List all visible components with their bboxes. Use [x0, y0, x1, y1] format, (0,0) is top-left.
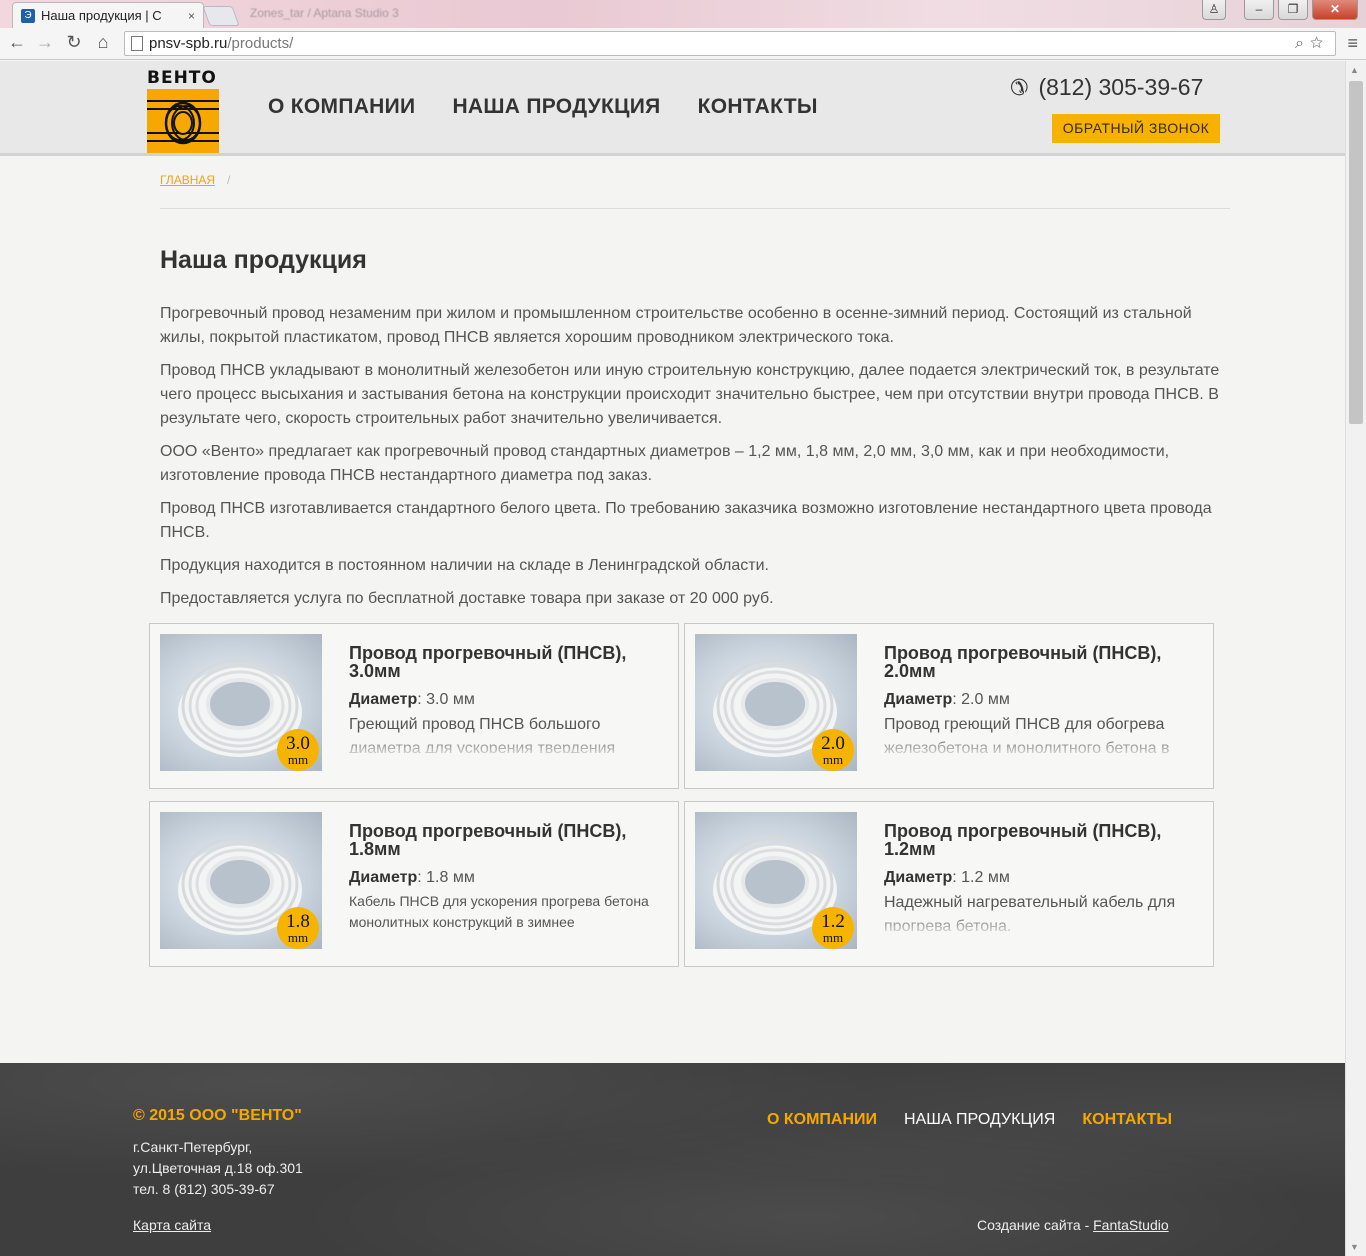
- background-window-title: Zones_tar / Aptana Studio 3: [250, 6, 399, 20]
- bookmark-star-icon[interactable]: ☆: [1310, 35, 1329, 52]
- intro-paragraph: ООО «Венто» предлагает как прогревочный …: [160, 443, 1170, 484]
- footer-address: г.Санкт-Петербург, ул.Цветочная д.18 оф.…: [133, 1137, 303, 1200]
- intro-text: Прогревочный провод незаменим при жилом …: [160, 302, 1230, 620]
- product-card[interactable]: 2.0 mm Провод прогревочный (ПНСВ), 2.0мм …: [684, 623, 1214, 789]
- zoom-icon[interactable]: ⌕: [1295, 35, 1310, 52]
- site-footer: © 2015 ООО "ВЕНТО" г.Санкт-Петербург, ул…: [0, 1063, 1345, 1256]
- page-title: Наша продукция: [160, 246, 367, 274]
- diameter-badge: 2.0 mm: [812, 729, 854, 771]
- made-by: Создание сайта - FantaStudio: [977, 1217, 1169, 1233]
- phone-number[interactable]: (812) 305-39-67: [1038, 74, 1203, 101]
- address-line: ул.Цветочная д.18 оф.301: [133, 1160, 303, 1176]
- url-domain: pnsv-spb.ru: [149, 35, 228, 52]
- reload-icon[interactable]: ↻: [63, 32, 85, 53]
- address-line: тел. 8 (812) 305-39-67: [133, 1181, 275, 1197]
- product-image[interactable]: 3.0 mm: [160, 634, 322, 771]
- product-title[interactable]: Провод прогревочный (ПНСВ), 1.2мм: [884, 822, 1194, 858]
- scroll-up-icon[interactable]: ▲: [1350, 65, 1359, 75]
- text-fade: [884, 912, 1194, 934]
- scroll-down-icon[interactable]: ▼: [1350, 1242, 1359, 1252]
- nav-about[interactable]: О КОМПАНИИ: [268, 95, 415, 119]
- made-by-prefix: Создание сайта -: [977, 1217, 1094, 1233]
- sitemap-link[interactable]: Карта сайта: [133, 1217, 211, 1233]
- window-titlebar: Э Наша продукция | С × Zones_tar / Aptan…: [0, 0, 1366, 28]
- intro-paragraph: Провод ПНСВ изготавливается стандартного…: [160, 500, 1212, 541]
- product-card[interactable]: 3.0 mm Провод прогревочный (ПНСВ), 3.0мм …: [149, 623, 679, 789]
- intro-paragraph: Продукция находится в постоянном наличии…: [160, 557, 769, 574]
- product-image[interactable]: 2.0 mm: [695, 634, 857, 771]
- new-tab-button[interactable]: [202, 6, 240, 26]
- intro-paragraph: Провод ПНСВ укладывают в монолитный желе…: [160, 362, 1220, 427]
- user-icon[interactable]: ♙: [1202, 0, 1226, 20]
- tab-title: Наша продукция | С: [41, 8, 162, 23]
- product-card[interactable]: 1.2 mm Провод прогревочный (ПНСВ), 1.2мм …: [684, 801, 1214, 967]
- main-nav: О КОМПАНИИ НАША ПРОДУКЦИЯ КОНТАКТЫ: [268, 95, 818, 119]
- address-bar[interactable]: pnsv-spb.ru/products/ ⌕☆: [124, 31, 1336, 56]
- url-path: /products/: [227, 35, 294, 52]
- footer-nav-contacts[interactable]: КОНТАКТЫ: [1082, 1111, 1172, 1129]
- phone-icon: ✆: [1010, 74, 1029, 100]
- nav-contacts[interactable]: КОНТАКТЫ: [698, 95, 818, 119]
- site-header: ВЕНТО О КОМПАНИИ НАША ПРОДУКЦИЯ КОНТАКТЫ…: [0, 61, 1345, 156]
- address-line: г.Санкт-Петербург,: [133, 1139, 253, 1155]
- product-card[interactable]: 1.8 mm Провод прогревочный (ПНСВ), 1.8мм …: [149, 801, 679, 967]
- header-phone: ✆ (812) 305-39-67: [1010, 74, 1203, 101]
- diameter-badge: 1.8 mm: [277, 907, 319, 949]
- forward-icon[interactable]: →: [34, 32, 56, 53]
- close-window-button[interactable]: ✕: [1312, 0, 1358, 20]
- breadcrumb-separator: /: [227, 173, 231, 187]
- intro-paragraph: Прогревочный провод незаменим при жилом …: [160, 305, 1192, 346]
- scrollbar-thumb[interactable]: [1349, 81, 1363, 424]
- back-icon[interactable]: ←: [6, 32, 28, 53]
- diameter-badge: 1.2 mm: [812, 907, 854, 949]
- product-image[interactable]: 1.2 mm: [695, 812, 857, 949]
- callback-button[interactable]: ОБРАТНЫЙ ЗВОНОК: [1052, 114, 1220, 143]
- chrome-menu-icon[interactable]: ≡: [1347, 33, 1358, 54]
- product-title[interactable]: Провод прогревочный (ПНСВ), 3.0мм: [349, 644, 659, 680]
- product-diameter: Диаметр: 1.8 мм: [349, 869, 475, 886]
- product-description: Кабель ПНСВ для ускорения прогрева бетон…: [349, 893, 649, 930]
- browser-toolbar: ← → ↻ ⌂ pnsv-spb.ru/products/ ⌕☆ ≡: [0, 28, 1366, 60]
- product-title[interactable]: Провод прогревочный (ПНСВ), 2.0мм: [884, 644, 1194, 680]
- diameter-badge: 3.0 mm: [277, 729, 319, 771]
- minimize-button[interactable]: –: [1244, 0, 1274, 20]
- product-diameter: Диаметр: 2.0 мм: [884, 691, 1010, 708]
- breadcrumb: ГЛАВНАЯ /: [160, 173, 230, 187]
- product-diameter: Диаметр: 1.2 мм: [884, 869, 1010, 886]
- home-icon[interactable]: ⌂: [92, 32, 114, 53]
- divider: [160, 208, 1230, 209]
- maximize-button[interactable]: ❐: [1278, 0, 1308, 20]
- product-image[interactable]: 1.8 mm: [160, 812, 322, 949]
- page-icon: [131, 36, 143, 51]
- tab-close-icon[interactable]: ×: [188, 9, 195, 23]
- logo-text: ВЕНТО: [147, 68, 217, 88]
- footer-nav-products[interactable]: НАША ПРОДУКЦИЯ: [904, 1111, 1055, 1129]
- product-title[interactable]: Провод прогревочный (ПНСВ), 1.8мм: [349, 822, 659, 858]
- intro-paragraph: Предоставляется услуга по бесплатной дос…: [160, 590, 774, 607]
- logo-coil-icon: [147, 89, 219, 153]
- window-controls: ♙ – ❐ ✕: [1202, 0, 1358, 20]
- product-diameter: Диаметр: 3.0 мм: [349, 691, 475, 708]
- nav-products[interactable]: НАША ПРОДУКЦИЯ: [452, 95, 660, 119]
- footer-nav: О КОМПАНИИ НАША ПРОДУКЦИЯ КОНТАКТЫ: [767, 1111, 1172, 1129]
- breadcrumb-home[interactable]: ГЛАВНАЯ: [160, 173, 215, 187]
- text-fade: [349, 734, 659, 756]
- made-by-link[interactable]: FantaStudio: [1093, 1217, 1169, 1233]
- footer-nav-about[interactable]: О КОМПАНИИ: [767, 1111, 877, 1129]
- footer-copyright: © 2015 ООО "ВЕНТО": [133, 1107, 302, 1124]
- text-fade: [884, 734, 1194, 756]
- favicon-icon: Э: [21, 8, 35, 23]
- vento-logo[interactable]: ВЕНТО: [147, 69, 219, 153]
- page-scrollbar[interactable]: ▲ ▼: [1345, 61, 1366, 1256]
- browser-tab[interactable]: Э Наша продукция | С ×: [12, 2, 204, 28]
